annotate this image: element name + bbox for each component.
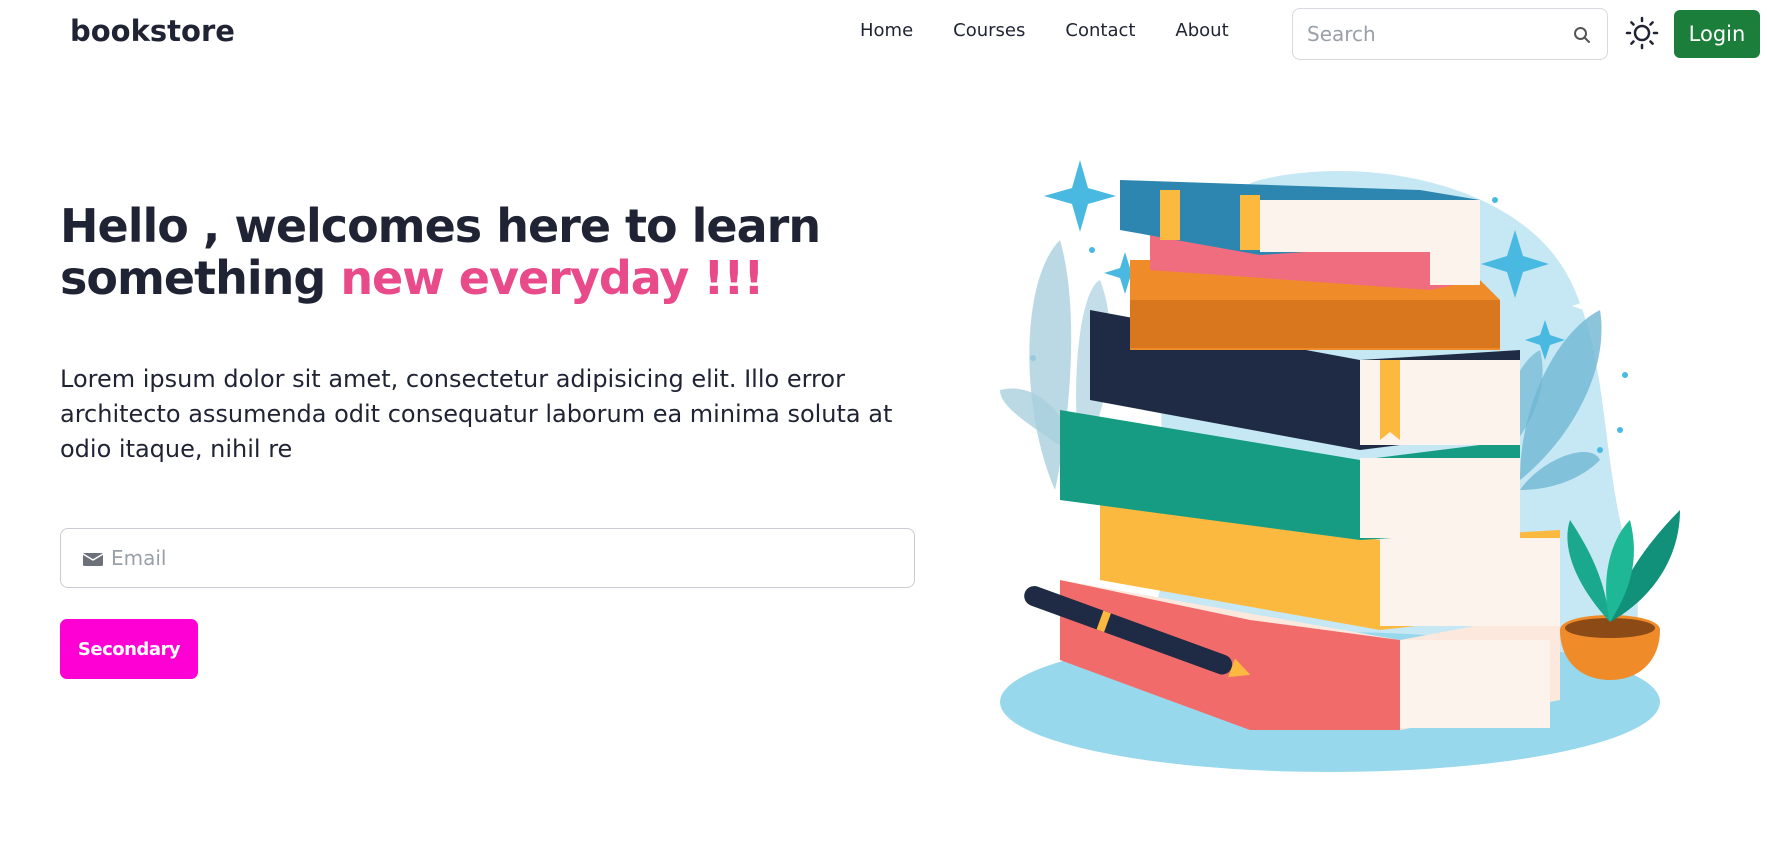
- hero-title-accent: new everyday !!!: [340, 251, 764, 305]
- hero-description: Lorem ipsum dolor sit amet, consectetur …: [60, 365, 893, 463]
- email-input[interactable]: [111, 529, 891, 587]
- nav-link-courses[interactable]: Courses: [953, 20, 1025, 41]
- hero-title: Hello , welcomes here to learn something…: [60, 200, 860, 304]
- books-illustration: [1000, 160, 1680, 772]
- brand-logo[interactable]: bookstore: [70, 14, 235, 48]
- nav-link-home[interactable]: Home: [860, 20, 913, 41]
- nav-link-about[interactable]: About: [1175, 20, 1228, 41]
- mail-icon: [83, 553, 103, 566]
- navbar: bookstore Home Courses Contact About Log…: [0, 0, 1767, 66]
- sun-icon[interactable]: [1625, 16, 1659, 50]
- email-field: [60, 528, 915, 588]
- nav-links: Home Courses Contact About: [860, 20, 1229, 41]
- login-button[interactable]: Login: [1674, 10, 1760, 58]
- search-box: [1292, 8, 1608, 60]
- secondary-button[interactable]: Secondary: [60, 619, 198, 679]
- search-icon[interactable]: [1573, 26, 1591, 44]
- nav-link-contact[interactable]: Contact: [1065, 20, 1135, 41]
- search-input[interactable]: [1307, 9, 1567, 59]
